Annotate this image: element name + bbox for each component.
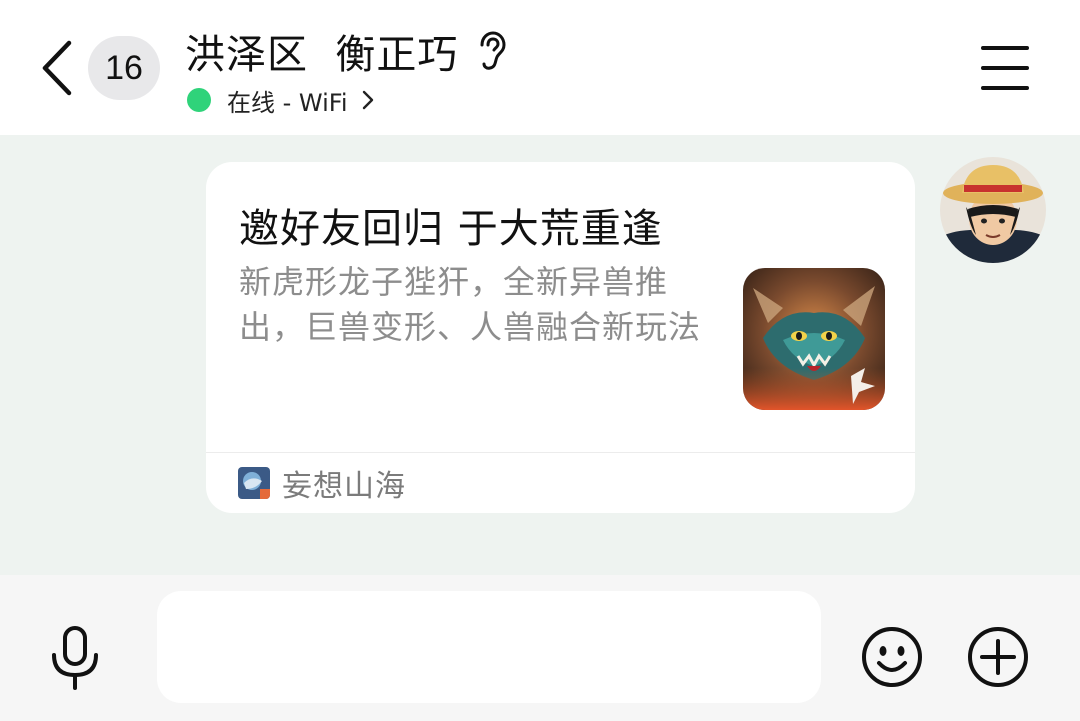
card-divider <box>206 452 915 453</box>
contact-title-row[interactable]: 洪泽区 衡正巧 <box>185 26 508 78</box>
contact-name[interactable]: 洪泽区 衡正巧 <box>185 22 458 80</box>
online-status-dot <box>187 88 211 112</box>
online-status-text: 在线 - WiFi <box>227 88 348 117</box>
menu-line <box>981 46 1029 50</box>
message-input[interactable] <box>157 591 821 703</box>
card-source-label: 妄想山海 <box>282 469 406 504</box>
back-button[interactable] <box>30 35 82 101</box>
chevron-left-icon <box>42 40 72 96</box>
unread-count-badge[interactable]: 16 <box>88 36 160 100</box>
chat-header: 16 洪泽区 衡正巧 在线 - WiFi <box>0 0 1080 135</box>
ear-icon[interactable] <box>476 31 508 71</box>
card-source-row[interactable]: 妄想山海 <box>238 462 406 504</box>
chat-message-area[interactable]: 邀好友回归 于大荒重逢 新虎形龙子狴犴，全新异兽推出，巨兽变形、人兽融合新玩法 <box>0 135 1080 575</box>
menu-line <box>981 86 1029 90</box>
online-status-row[interactable]: 在线 - WiFi <box>187 84 376 117</box>
plus-circle-icon[interactable] <box>966 625 1030 689</box>
game-app-icon <box>238 467 270 499</box>
user-avatar[interactable] <box>940 157 1046 263</box>
card-description: 新虎形龙子狴犴，全新异兽推出，巨兽变形、人兽融合新玩法 <box>239 263 702 346</box>
microphone-icon[interactable] <box>46 625 104 691</box>
smiley-icon[interactable] <box>860 625 924 689</box>
menu-line <box>981 66 1029 70</box>
shared-link-card[interactable]: 邀好友回归 于大荒重逢 新虎形龙子狴犴，全新异兽推出，巨兽变形、人兽融合新玩法 <box>206 162 915 513</box>
card-title: 邀好友回归 于大荒重逢 <box>239 206 663 252</box>
game-dragon-thumbnail <box>743 268 885 410</box>
hamburger-menu-icon[interactable] <box>975 40 1035 96</box>
message-input-bar <box>0 575 1080 721</box>
chevron-right-icon <box>362 90 376 110</box>
